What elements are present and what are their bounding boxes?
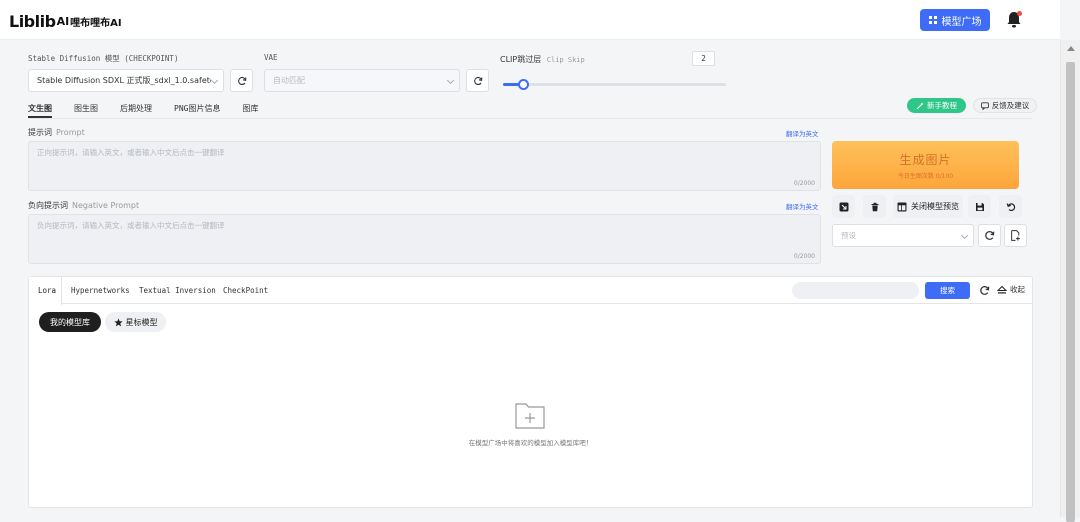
preset-placeholder: 预设 xyxy=(841,231,856,240)
prompt-label: 提示词 Prompt xyxy=(28,127,85,138)
translate-negative-link[interactable]: 翻译为英文 xyxy=(786,201,819,211)
clip-skip-label: CLIP跳过层 Clip Skip xyxy=(500,54,585,65)
grid-icon xyxy=(928,16,937,24)
checkpoint-value: Stable Diffusion SDXL 正式版_sdxl_1.0.safet… xyxy=(37,76,211,85)
chevron-down-icon xyxy=(210,76,219,85)
vae-label: VAE xyxy=(264,53,278,62)
negative-label-en: Negative Prompt xyxy=(72,201,140,210)
clip-skip-label-cn: CLIP跳过层 xyxy=(500,55,542,64)
prompt-textarea[interactable]: 正向提示词，请输入英文，或者输入中文后点击一键翻译 0/2000 xyxy=(28,141,821,191)
prompt-placeholder: 正向提示词，请输入英文，或者输入中文后点击一键翻译 xyxy=(37,148,225,157)
refresh-checkpoint-button[interactable] xyxy=(230,69,253,92)
page-scrollbar[interactable] xyxy=(1060,40,1080,522)
my-models-chip[interactable]: 我的模型库 xyxy=(39,312,101,332)
vae-value: 自动匹配 xyxy=(273,76,305,85)
prompt-label-cn: 提示词 xyxy=(28,128,52,137)
negative-placeholder: 负向提示词，请输入英文，或者输入中文后点击一键翻译 xyxy=(37,221,225,230)
logo-ai: AI xyxy=(56,15,70,28)
close-model-preview-button[interactable]: 关闭模型预览 xyxy=(893,195,963,218)
logo-chinese: 哩布哩布AI xyxy=(70,18,122,29)
checkpoint-label: Stable Diffusion 模型 (CHECKPOINT) xyxy=(28,54,179,63)
top-header: Liblib AI 哩布哩布AI 模型广场 xyxy=(0,0,1060,40)
tabs-divider xyxy=(28,118,1032,119)
preset-select[interactable]: 预设 xyxy=(832,224,974,247)
prompt-label-en: Prompt xyxy=(56,128,85,137)
wand-icon xyxy=(916,102,924,109)
clip-skip-label-en: Clip Skip xyxy=(546,56,585,64)
collapse-label: 收起 xyxy=(1010,285,1025,294)
feedback-label: 反馈及建议 xyxy=(991,101,1030,110)
tab-3[interactable]: PNG图片信息 xyxy=(174,103,220,118)
empty-state-text: 在模型广场中将喜欢的模型加入模型库吧！ xyxy=(468,439,593,447)
refresh-icon xyxy=(237,76,246,85)
negative-label-cn: 负向提示词 xyxy=(28,201,68,210)
tutorial-button[interactable]: 新手教程 xyxy=(907,98,966,113)
clip-skip-value[interactable]: 2 xyxy=(692,51,715,66)
refresh-icon[interactable] xyxy=(979,285,990,296)
tutorial-label: 新手教程 xyxy=(927,101,957,110)
model-square-button[interactable]: 模型广场 xyxy=(920,9,990,31)
tab-1[interactable]: 图生图 xyxy=(74,103,98,118)
scroll-thumb[interactable] xyxy=(1066,62,1075,522)
chevron-down-icon xyxy=(446,76,455,85)
generate-image-button[interactable]: 生成图片 今日生图次数 0/100 xyxy=(832,141,1019,189)
starred-models-chip[interactable]: 星标模型 xyxy=(105,312,166,332)
liblib-logo[interactable]: Liblib AI 哩布哩布AI xyxy=(9,12,122,31)
tab-0[interactable]: 文生图 xyxy=(28,103,52,118)
refresh-icon xyxy=(985,231,995,240)
translate-prompt-link[interactable]: 翻译为英文 xyxy=(786,128,819,138)
undo-icon xyxy=(1006,202,1015,211)
prompt-char-count: 0/2000 xyxy=(793,180,815,187)
file-add-icon xyxy=(1011,230,1020,241)
clear-prompt-button[interactable] xyxy=(863,195,886,218)
main-tabs: 文生图 图生图 后期处理 PNG图片信息 图库 xyxy=(28,103,280,118)
clip-skip-slider[interactable] xyxy=(503,83,726,86)
new-preset-button[interactable] xyxy=(1004,224,1027,247)
message-icon xyxy=(980,101,989,110)
save-style-button[interactable] xyxy=(968,195,991,218)
tab-4[interactable]: 图库 xyxy=(242,103,258,118)
feedback-button[interactable]: 反馈及建议 xyxy=(973,98,1037,113)
tab-hypernetworks[interactable]: Hypernetworks xyxy=(71,286,130,295)
tab-checkpoint[interactable]: CheckPoint xyxy=(223,286,268,295)
generate-quota: 今日生图次数 0/100 xyxy=(897,172,954,180)
negative-prompt-textarea[interactable]: 负向提示词，请输入英文，或者输入中文后点击一键翻译 0/2000 xyxy=(28,214,821,264)
negative-prompt-label: 负向提示词 Negative Prompt xyxy=(28,200,139,211)
model-panel: Lora Hypernetworks Textual Inversion Che… xyxy=(28,276,1033,508)
refresh-preset-button[interactable] xyxy=(978,224,1001,247)
tab-2[interactable]: 后期处理 xyxy=(120,103,152,118)
close-preview-label: 关闭模型预览 xyxy=(911,202,959,211)
vae-select[interactable]: 自动匹配 xyxy=(264,69,460,92)
star-icon xyxy=(113,317,123,326)
checkpoint-select[interactable]: Stable Diffusion SDXL 正式版_sdxl_1.0.safet… xyxy=(28,69,224,92)
clip-skip-slider-handle[interactable] xyxy=(518,79,530,90)
reset-button[interactable] xyxy=(999,195,1022,218)
notification-dot xyxy=(1017,11,1022,16)
paste-params-button[interactable] xyxy=(832,195,855,218)
negative-char-count: 0/2000 xyxy=(793,253,815,260)
tab-textual-inversion[interactable]: Textual Inversion xyxy=(139,286,216,295)
arrow-box-icon xyxy=(839,202,848,211)
generate-title: 生成图片 xyxy=(899,152,952,167)
trash-icon xyxy=(871,202,878,211)
search-button[interactable]: 搜索 xyxy=(925,282,970,299)
tab-lora[interactable]: Lora xyxy=(38,286,56,295)
refresh-icon xyxy=(473,76,482,85)
save-icon xyxy=(975,202,984,211)
refresh-vae-button[interactable] xyxy=(466,69,489,92)
layout-icon xyxy=(897,202,907,211)
scroll-up-arrow-icon[interactable] xyxy=(1067,46,1075,51)
starred-models-label: 星标模型 xyxy=(125,317,158,327)
folder-add-icon xyxy=(515,403,545,429)
eject-icon xyxy=(997,285,1007,293)
collapse-button[interactable]: 收起 xyxy=(997,284,1025,295)
logo-wordmark: Liblib xyxy=(9,12,56,31)
chevron-down-icon xyxy=(960,231,969,240)
model-search-input[interactable] xyxy=(792,282,919,299)
model-square-label: 模型广场 xyxy=(941,16,982,28)
model-type-tabs: Lora Hypernetworks Textual Inversion Che… xyxy=(29,277,1032,305)
